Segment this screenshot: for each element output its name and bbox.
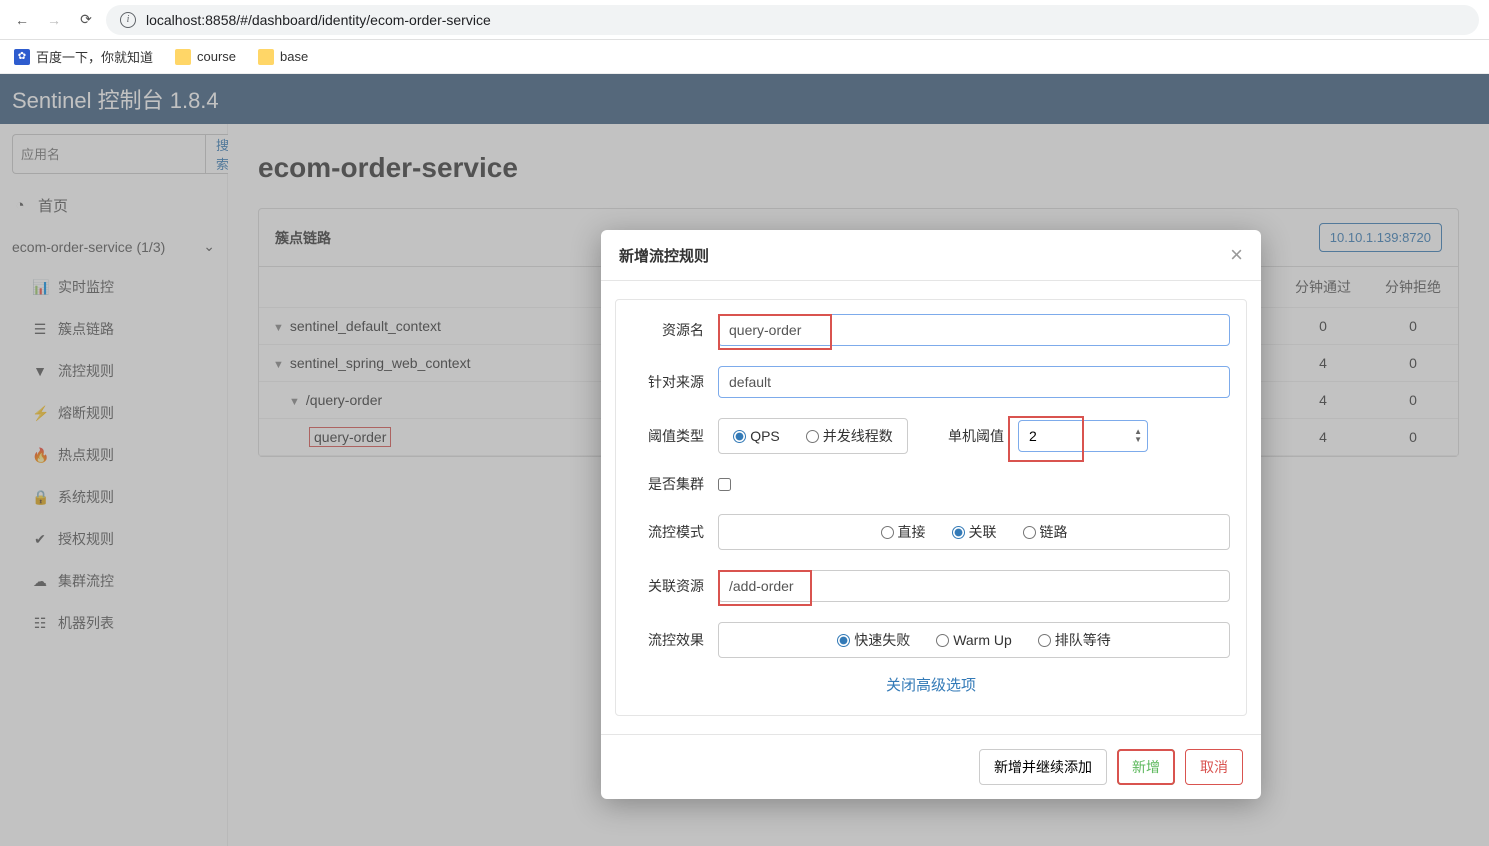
modal-footer: 新增并继续添加 新增 取消: [601, 734, 1261, 799]
radio-input-warm[interactable]: [936, 634, 949, 647]
radio-input-fast[interactable]: [837, 634, 850, 647]
flow-rule-modal: 新增流控规则 × 资源名 针对来源 阈值类型 QPS 并发线程数: [601, 230, 1261, 799]
bookmark-label: 百度一下，你就知道: [36, 47, 153, 66]
form-row-effect: 流控效果 快速失败 Warm Up 排队等待: [616, 612, 1246, 668]
browser-chrome: ← → ⟳ i localhost:8858/#/dashboard/ident…: [0, 0, 1489, 40]
radio-warm[interactable]: Warm Up: [936, 630, 1012, 650]
step-down-icon[interactable]: ▼: [1134, 436, 1142, 444]
radio-input-relate[interactable]: [952, 526, 965, 539]
input-limitapp[interactable]: [718, 366, 1230, 398]
form-row-threshold: 阈值类型 QPS 并发线程数 单机阈值 ▲▼: [616, 408, 1246, 464]
bookmark-course[interactable]: course: [175, 49, 236, 65]
radio-input-direct[interactable]: [881, 526, 894, 539]
baidu-icon: ✿: [14, 49, 30, 65]
mode-group: 直接 关联 链路: [718, 514, 1230, 550]
form-row-assoc: 关联资源: [616, 560, 1246, 612]
radio-relate[interactable]: 关联: [952, 522, 997, 542]
radio-input-chain[interactable]: [1023, 526, 1036, 539]
radio-input-qps[interactable]: [733, 430, 746, 443]
bookmark-base[interactable]: base: [258, 49, 308, 65]
bookmarks-bar: ✿ 百度一下，你就知道 course base: [0, 40, 1489, 74]
modal-body: 资源名 针对来源 阈值类型 QPS 并发线程数 单机阈值: [601, 281, 1261, 734]
form-row-resource: 资源名: [616, 304, 1246, 356]
back-button[interactable]: ←: [10, 8, 34, 32]
threshold-type-group: QPS 并发线程数: [718, 418, 908, 454]
input-resource[interactable]: [718, 314, 1230, 346]
address-bar[interactable]: i localhost:8858/#/dashboard/identity/ec…: [106, 5, 1479, 35]
label-effect: 流控效果: [632, 630, 704, 650]
label-threshold-type: 阈值类型: [632, 426, 704, 446]
radio-input-queue[interactable]: [1038, 634, 1051, 647]
url-text: localhost:8858/#/dashboard/identity/ecom…: [146, 12, 491, 28]
add-button[interactable]: 新增: [1117, 749, 1175, 785]
form-row-mode: 流控模式 直接 关联 链路: [616, 504, 1246, 560]
label-mode: 流控模式: [632, 522, 704, 542]
reload-button[interactable]: ⟳: [74, 8, 98, 32]
radio-input-thread[interactable]: [806, 430, 819, 443]
input-threshold[interactable]: [1018, 420, 1148, 452]
close-icon[interactable]: ×: [1230, 244, 1243, 266]
add-continue-button[interactable]: 新增并继续添加: [979, 749, 1107, 785]
radio-thread[interactable]: 并发线程数: [806, 426, 893, 446]
label-resource: 资源名: [632, 320, 704, 340]
radio-chain[interactable]: 链路: [1023, 522, 1068, 542]
number-stepper[interactable]: ▲▼: [1134, 428, 1142, 444]
label-assoc: 关联资源: [632, 576, 704, 596]
modal-title: 新增流控规则: [619, 245, 709, 266]
checkbox-cluster[interactable]: [718, 478, 731, 491]
radio-direct[interactable]: 直接: [881, 522, 926, 542]
form-row-limitapp: 针对来源: [616, 356, 1246, 408]
input-assoc[interactable]: [718, 570, 1230, 602]
bookmark-baidu[interactable]: ✿ 百度一下，你就知道: [14, 47, 153, 66]
label-cluster: 是否集群: [632, 474, 704, 494]
radio-qps[interactable]: QPS: [733, 426, 780, 446]
bookmark-label: base: [280, 49, 308, 64]
effect-group: 快速失败 Warm Up 排队等待: [718, 622, 1230, 658]
folder-icon: [258, 49, 274, 65]
radio-fast[interactable]: 快速失败: [837, 630, 910, 650]
cancel-button[interactable]: 取消: [1185, 749, 1243, 785]
folder-icon: [175, 49, 191, 65]
form-row-cluster: 是否集群: [616, 464, 1246, 504]
modal-header: 新增流控规则 ×: [601, 230, 1261, 281]
forward-button[interactable]: →: [42, 8, 66, 32]
toggle-advanced[interactable]: 关闭高级选项: [616, 668, 1246, 697]
site-info-icon[interactable]: i: [120, 12, 136, 28]
radio-queue[interactable]: 排队等待: [1038, 630, 1111, 650]
bookmark-label: course: [197, 49, 236, 64]
label-threshold: 单机阈值: [948, 426, 1004, 446]
label-limitapp: 针对来源: [632, 372, 704, 392]
